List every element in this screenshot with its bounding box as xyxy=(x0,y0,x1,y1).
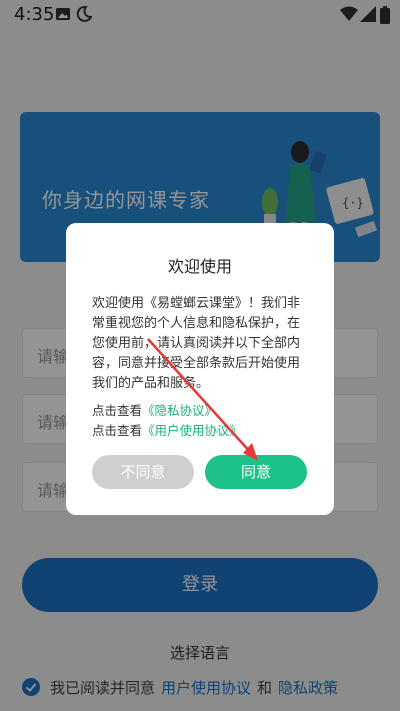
annotation-arrow-icon xyxy=(147,338,258,461)
